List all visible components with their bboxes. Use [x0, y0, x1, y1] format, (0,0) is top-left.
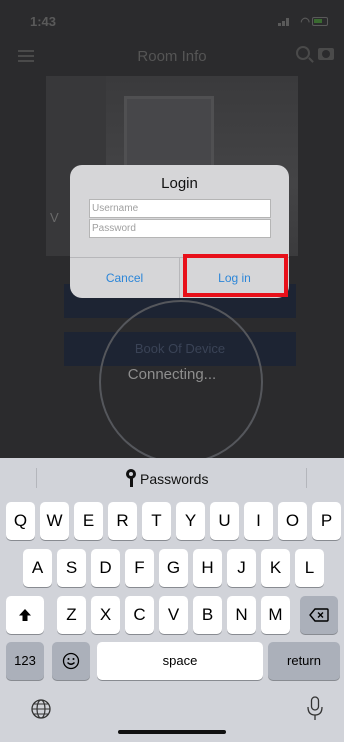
shift-icon — [19, 609, 31, 621]
key-q[interactable]: Q — [6, 502, 35, 540]
suggestion-divider — [36, 468, 37, 488]
key-c[interactable]: C — [125, 596, 154, 634]
return-key[interactable]: return — [268, 642, 340, 680]
key-h[interactable]: H — [193, 549, 222, 587]
nav-title: Room Info — [137, 48, 207, 65]
key-a[interactable]: A — [23, 549, 52, 587]
backspace-icon — [309, 608, 329, 622]
shift-key[interactable] — [6, 596, 44, 634]
backspace-key[interactable] — [300, 596, 338, 634]
key-p[interactable]: P — [312, 502, 341, 540]
suggestion-divider — [306, 468, 307, 488]
key-m[interactable]: M — [261, 596, 290, 634]
wifi-icon: ◠ — [300, 16, 310, 28]
key-n[interactable]: N — [227, 596, 256, 634]
connecting-text: Connecting... — [127, 366, 217, 383]
login-dialog: Login Cancel Log in — [70, 165, 289, 298]
key-o[interactable]: O — [278, 502, 307, 540]
battery-icon — [312, 17, 328, 26]
key-icon — [126, 469, 136, 487]
camera-icon — [318, 48, 334, 60]
key-b[interactable]: B — [193, 596, 222, 634]
key-i[interactable]: I — [244, 502, 273, 540]
microphone-icon — [307, 696, 323, 720]
key-x[interactable]: X — [91, 596, 120, 634]
passwords-label: Passwords — [140, 471, 209, 487]
status-bar: 1:43 ◠ — [0, 0, 344, 36]
nav-bar: Room Info — [0, 38, 344, 74]
home-indicator[interactable] — [118, 730, 226, 734]
key-v[interactable]: V — [159, 596, 188, 634]
search-icon — [296, 46, 310, 60]
keyboard: Passwords Q W E R T Y U I O P A S D F G … — [0, 458, 344, 742]
key-t[interactable]: T — [142, 502, 171, 540]
login-button[interactable]: Log in — [180, 258, 289, 298]
key-l[interactable]: L — [295, 549, 324, 587]
dialog-title: Login — [161, 175, 198, 192]
key-r[interactable]: R — [108, 502, 137, 540]
key-s[interactable]: S — [57, 549, 86, 587]
key-k[interactable]: K — [261, 549, 290, 587]
dictation-key[interactable] — [306, 696, 326, 722]
key-g[interactable]: G — [159, 549, 188, 587]
emoji-icon — [62, 652, 80, 670]
key-y[interactable]: Y — [176, 502, 205, 540]
photo-caption: V — [50, 210, 59, 225]
numbers-key[interactable]: 123 — [6, 642, 44, 680]
key-d[interactable]: D — [91, 549, 120, 587]
globe-key[interactable] — [30, 698, 54, 722]
status-time: 1:43 — [30, 14, 57, 29]
cancel-button[interactable]: Cancel — [70, 258, 179, 298]
key-j[interactable]: J — [227, 549, 256, 587]
password-field[interactable] — [89, 219, 271, 238]
emoji-key[interactable] — [52, 642, 90, 680]
space-key[interactable]: space — [97, 642, 263, 680]
key-f[interactable]: F — [125, 549, 154, 587]
key-z[interactable]: Z — [57, 596, 86, 634]
passwords-suggestion-bar[interactable]: Passwords — [0, 458, 344, 498]
key-w[interactable]: W — [40, 502, 69, 540]
key-u[interactable]: U — [210, 502, 239, 540]
key-e[interactable]: E — [74, 502, 103, 540]
username-field[interactable] — [89, 199, 271, 218]
globe-icon — [31, 699, 51, 719]
signal-icon — [278, 18, 292, 26]
